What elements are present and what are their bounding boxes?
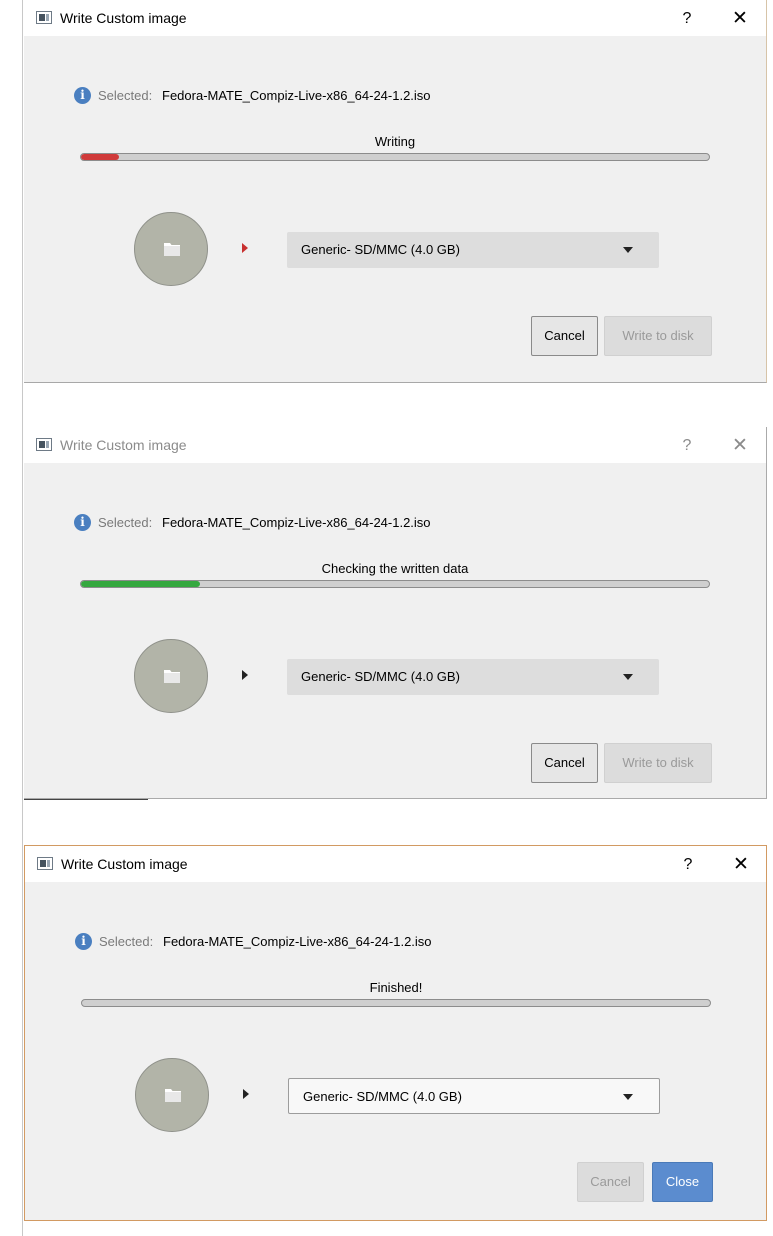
play-arrow-icon — [242, 670, 248, 680]
write-to-disk-button[interactable]: Write to disk — [604, 316, 712, 356]
folder-icon — [164, 243, 180, 256]
status-text: Finished! — [369, 980, 423, 995]
selected-file-name: Fedora-MATE_Compiz-Live-x86_64-24-1.2.is… — [162, 515, 431, 530]
app-icon — [36, 11, 52, 24]
window-title: Write Custom image — [61, 856, 188, 872]
close-icon[interactable]: ✕ — [726, 852, 756, 878]
info-icon: i — [74, 514, 91, 531]
progress-bar — [80, 153, 710, 161]
folder-button[interactable] — [135, 1058, 209, 1132]
drive-select[interactable]: Generic- SD/MMC (4.0 GB) — [287, 659, 659, 695]
close-icon[interactable]: ✕ — [725, 6, 755, 32]
cancel-button[interactable]: Cancel — [577, 1162, 644, 1202]
selected-label: Selected: — [99, 934, 154, 949]
drive-select[interactable]: Generic- SD/MMC (4.0 GB) — [287, 232, 659, 268]
folder-icon — [165, 1089, 181, 1102]
close-button[interactable]: Close — [652, 1162, 713, 1202]
info-icon: i — [75, 933, 92, 950]
folder-icon — [164, 670, 180, 683]
info-icon: i — [74, 87, 91, 104]
help-button[interactable]: ? — [673, 852, 703, 878]
play-arrow-icon — [242, 243, 248, 253]
drive-select-value: Generic- SD/MMC (4.0 GB) — [303, 1089, 462, 1104]
app-icon — [37, 857, 53, 870]
dialog-checking: Write Custom image ? ✕ i Selected: Fedor… — [24, 427, 767, 799]
dialog-writing: Write Custom image ? ✕ i Selected: Fedor… — [24, 0, 767, 383]
cancel-button[interactable]: Cancel — [531, 316, 598, 356]
progress-fill — [81, 154, 119, 160]
title-bar[interactable]: Write Custom image ? ✕ — [24, 0, 766, 36]
drive-select[interactable]: Generic- SD/MMC (4.0 GB) — [288, 1078, 660, 1114]
write-to-disk-button[interactable]: Write to disk — [604, 743, 712, 783]
left-border-line — [22, 0, 23, 1236]
progress-fill — [81, 581, 201, 587]
app-icon — [36, 438, 52, 451]
chevron-down-icon — [623, 247, 633, 253]
chevron-down-icon — [623, 674, 633, 680]
progress-bar — [80, 580, 710, 588]
status-text: Checking the written data — [321, 561, 469, 576]
help-button[interactable]: ? — [672, 6, 702, 32]
title-bar[interactable]: Write Custom image ? ✕ — [25, 846, 766, 882]
cancel-button[interactable]: Cancel — [531, 743, 598, 783]
selected-file-name: Fedora-MATE_Compiz-Live-x86_64-24-1.2.is… — [163, 934, 432, 949]
selected-file-name: Fedora-MATE_Compiz-Live-x86_64-24-1.2.is… — [162, 88, 431, 103]
progress-bar — [81, 999, 711, 1007]
folder-button[interactable] — [134, 639, 208, 713]
title-bar[interactable]: Write Custom image ? ✕ — [24, 427, 766, 463]
folder-button[interactable] — [134, 212, 208, 286]
play-arrow-icon — [243, 1089, 249, 1099]
window-shadow-line — [24, 799, 148, 800]
status-text: Writing — [374, 134, 416, 149]
drive-select-value: Generic- SD/MMC (4.0 GB) — [301, 669, 460, 684]
selected-label: Selected: — [98, 515, 153, 530]
dialog-finished: Write Custom image ? ✕ i Selected: Fedor… — [24, 845, 767, 1221]
drive-select-value: Generic- SD/MMC (4.0 GB) — [301, 242, 460, 257]
chevron-down-icon — [623, 1094, 633, 1100]
window-title: Write Custom image — [60, 437, 187, 453]
selected-label: Selected: — [98, 88, 153, 103]
close-icon[interactable]: ✕ — [725, 433, 755, 459]
window-title: Write Custom image — [60, 10, 187, 26]
help-button[interactable]: ? — [672, 433, 702, 459]
